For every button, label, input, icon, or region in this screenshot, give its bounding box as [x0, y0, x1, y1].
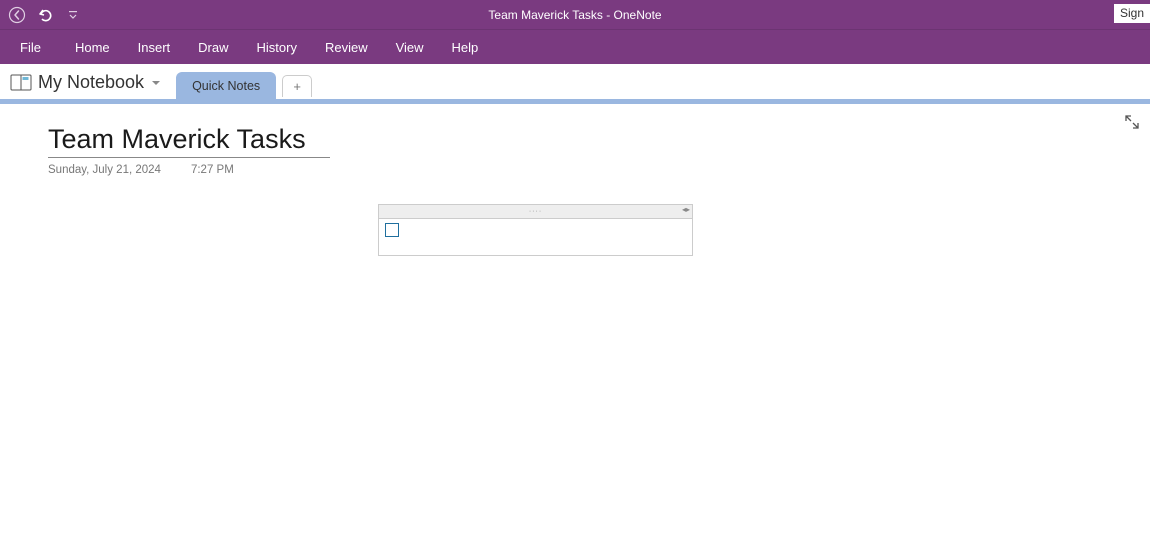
sign-in-button[interactable]: Sign: [1114, 4, 1150, 23]
back-button[interactable]: [6, 4, 28, 26]
notebook-name: My Notebook: [38, 72, 144, 93]
page-date[interactable]: Sunday, July 21, 2024: [48, 164, 161, 176]
resize-right-icon: ▸: [686, 206, 690, 214]
page-canvas[interactable]: Team Maverick Tasks Sunday, July 21, 202…: [0, 104, 1150, 544]
notebook-icon: [10, 74, 32, 92]
undo-icon: [36, 6, 54, 24]
fullscreen-toggle[interactable]: [1124, 114, 1140, 135]
resize-handles[interactable]: ◂ ▸: [682, 206, 690, 214]
undo-button[interactable]: [34, 4, 56, 26]
page-title-block: Team Maverick Tasks Sunday, July 21, 202…: [48, 124, 330, 176]
ribbon-tab-home[interactable]: Home: [61, 30, 124, 64]
expand-icon: [1124, 114, 1140, 130]
ribbon-tab-help[interactable]: Help: [438, 30, 493, 64]
note-container[interactable]: ···· ◂ ▸: [378, 204, 693, 256]
page-time[interactable]: 7:27 PM: [191, 164, 234, 176]
ribbon-tab-view[interactable]: View: [382, 30, 438, 64]
qat-dropdown-icon: [67, 9, 79, 21]
grip-icon: ····: [529, 208, 542, 215]
ribbon-tab-history[interactable]: History: [243, 30, 311, 64]
qat-customize-button[interactable]: [62, 4, 84, 26]
note-body[interactable]: [378, 218, 693, 256]
page-meta: Sunday, July 21, 2024 7:27 PM: [48, 164, 330, 176]
todo-checkbox-tag[interactable]: [385, 223, 399, 237]
ribbon-tab-review[interactable]: Review: [311, 30, 382, 64]
title-bar: Team Maverick Tasks - OneNote Sign: [0, 0, 1150, 30]
back-arrow-circle-icon: [8, 6, 26, 24]
ribbon-tab-draw[interactable]: Draw: [184, 30, 242, 64]
ribbon-tab-file[interactable]: File: [8, 30, 61, 64]
page-title[interactable]: Team Maverick Tasks: [48, 124, 330, 158]
ribbon: File Home Insert Draw History Review Vie…: [0, 30, 1150, 64]
ribbon-tab-insert[interactable]: Insert: [124, 30, 185, 64]
note-container-handle[interactable]: ···· ◂ ▸: [378, 204, 693, 218]
notebook-picker[interactable]: My Notebook: [8, 68, 172, 99]
section-tab-quick-notes[interactable]: Quick Notes: [176, 72, 276, 100]
section-bar: My Notebook Quick Notes +: [0, 64, 1150, 104]
add-section-button[interactable]: +: [282, 75, 312, 97]
window-title: Team Maverick Tasks - OneNote: [488, 8, 661, 22]
quick-access-toolbar: [0, 4, 84, 26]
chevron-down-icon: [150, 77, 162, 89]
